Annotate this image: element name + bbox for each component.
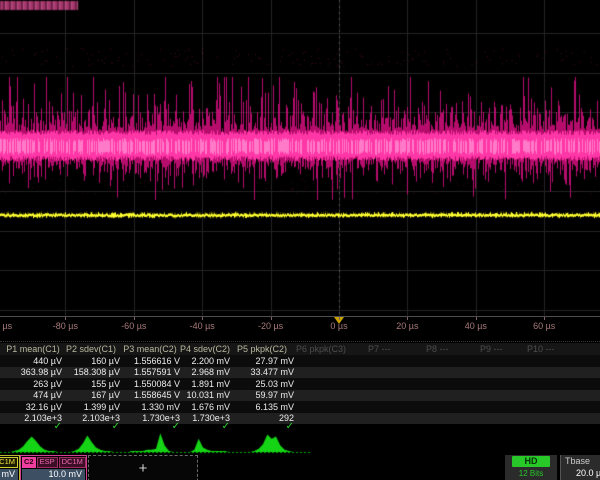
plus-icon: +: [139, 460, 148, 477]
param-header-inactive[interactable]: P6 pkpk(C3): [296, 344, 356, 354]
axis-tick: [65, 317, 66, 320]
axis-tick: [134, 317, 135, 320]
measure-value: 6.135 mV: [230, 402, 294, 412]
measure-table-header-row: P1 mean(C1)P2 sdev(C1)P3 mean(C2)P4 sdev…: [0, 343, 600, 355]
measure-value: 1.556616 V: [120, 356, 180, 366]
measure-value: 33.477 mV: [230, 367, 294, 377]
hd-mode-panel[interactable]: HD 12 Bits: [505, 455, 557, 480]
param-header[interactable]: P2 sdev(C1): [62, 344, 120, 354]
axis-tick: [339, 317, 340, 320]
axis-tick-label: -80 µs: [31, 321, 99, 331]
axis-tick-label: -40 µs: [168, 321, 236, 331]
timebase-value: 20.0 µs/div: [561, 466, 600, 478]
measure-value: 1.676 mV: [180, 402, 230, 412]
measure-value: 1.558645 V: [120, 390, 180, 400]
param-header[interactable]: P5 pkpk(C2): [230, 344, 294, 354]
param-header[interactable]: P3 mean(C2): [120, 344, 180, 354]
param-header[interactable]: P4 sdev(C2): [180, 344, 230, 354]
hd-bits-label: 12 Bits: [505, 469, 557, 478]
measure-table-row: 263 µV155 µV1.550084 V1.891 mV25.03 mV: [0, 378, 600, 390]
c2-coupling-badge: DC1M: [59, 457, 86, 468]
axis-tick-label: 0 µs: [305, 321, 373, 331]
c1-coupling-badge: DC1M: [0, 457, 18, 468]
measure-value: 160 µV: [62, 356, 120, 366]
measure-value: 10.031 mV: [180, 390, 230, 400]
oscilloscope-screen: -100 µs-80 µs-60 µs-40 µs-20 µs0 µs20 µs…: [0, 0, 600, 480]
status-check-icon: ✓: [62, 421, 120, 432]
c2-esp-badge: ESP: [37, 457, 58, 468]
measure-value: 2.200 mV: [180, 356, 230, 366]
add-trace-button[interactable]: +: [88, 455, 198, 480]
measure-value: 474 µV: [4, 390, 62, 400]
channel-c1-descriptor[interactable]: DC1M 10.0 mV: [0, 455, 20, 480]
measure-table-row: 474 µV167 µV1.558645 V10.031 mV59.97 mV: [0, 390, 600, 402]
measure-value: 440 µV: [4, 356, 62, 366]
axis-tick: [544, 317, 545, 320]
measure-table-row: 32.16 µV1.399 µV1.330 mV1.676 mV6.135 mV: [0, 401, 600, 413]
timebase-descriptor[interactable]: Tbase 20.0 µs/div: [560, 455, 600, 480]
measure-value: 1.399 µV: [62, 402, 120, 412]
axis-tick: [202, 317, 203, 320]
histicons-canvas[interactable]: [0, 430, 600, 456]
measure-value: 1.330 mV: [120, 402, 180, 412]
axis-tick-label: 40 µs: [442, 321, 510, 331]
measure-value: 167 µV: [62, 390, 120, 400]
axis-tick-label: -20 µs: [237, 321, 305, 331]
axis-tick-label: 60 µs: [510, 321, 578, 331]
measure-value: 155 µV: [62, 379, 120, 389]
param-header-inactive[interactable]: P10 ---: [527, 344, 587, 354]
measure-value: 27.97 mV: [230, 356, 294, 366]
axis-tick-label: -100 µs: [0, 321, 31, 331]
param-header-inactive[interactable]: P7 ---: [368, 344, 428, 354]
measure-value: 1.557591 V: [120, 367, 180, 377]
c2-vdiv-value: 10.0 mV: [22, 469, 85, 480]
measure-value: 1.891 mV: [180, 379, 230, 389]
status-check-icon: ✓: [4, 421, 62, 432]
measure-value: 32.16 µV: [4, 402, 62, 412]
hd-badge: HD: [512, 456, 550, 467]
measure-value: 2.968 mV: [180, 367, 230, 377]
measure-value: 158.308 µV: [62, 367, 120, 377]
channel-c2-descriptor[interactable]: C2 ESP DC1M 10.0 mV: [20, 455, 87, 480]
param-header-inactive[interactable]: P8 ---: [426, 344, 486, 354]
c1-vdiv-value: 10.0 mV: [0, 469, 18, 480]
measure-value: 59.97 mV: [230, 390, 294, 400]
waveform-grid-canvas[interactable]: [0, 0, 600, 317]
status-check-icon: ✓: [180, 421, 230, 432]
axis-tick: [476, 317, 477, 320]
axis-tick: [407, 317, 408, 320]
axis-tick-label: -60 µs: [100, 321, 168, 331]
status-check-icon: ✓: [230, 421, 294, 432]
measure-table-row: 440 µV160 µV1.556616 V2.200 mV27.97 mV: [0, 355, 600, 367]
unreadable-trace-label: [0, 1, 78, 10]
axis-tick: [271, 317, 272, 320]
measure-value: 1.550084 V: [120, 379, 180, 389]
measure-table-row: 363.98 µV158.308 µV1.557591 V2.968 mV33.…: [0, 367, 600, 379]
table-separator: [0, 341, 600, 342]
measure-value: 25.03 mV: [230, 379, 294, 389]
param-header[interactable]: P1 mean(C1): [4, 344, 62, 354]
measure-value: 263 µV: [4, 379, 62, 389]
timebase-label: Tbase: [561, 455, 600, 466]
measure-value: 363.98 µV: [4, 367, 62, 377]
status-check-icon: ✓: [120, 421, 180, 432]
time-axis: -100 µs-80 µs-60 µs-40 µs-20 µs0 µs20 µs…: [0, 316, 600, 343]
axis-tick-label: 20 µs: [373, 321, 441, 331]
c2-channel-badge: C2: [22, 457, 36, 468]
